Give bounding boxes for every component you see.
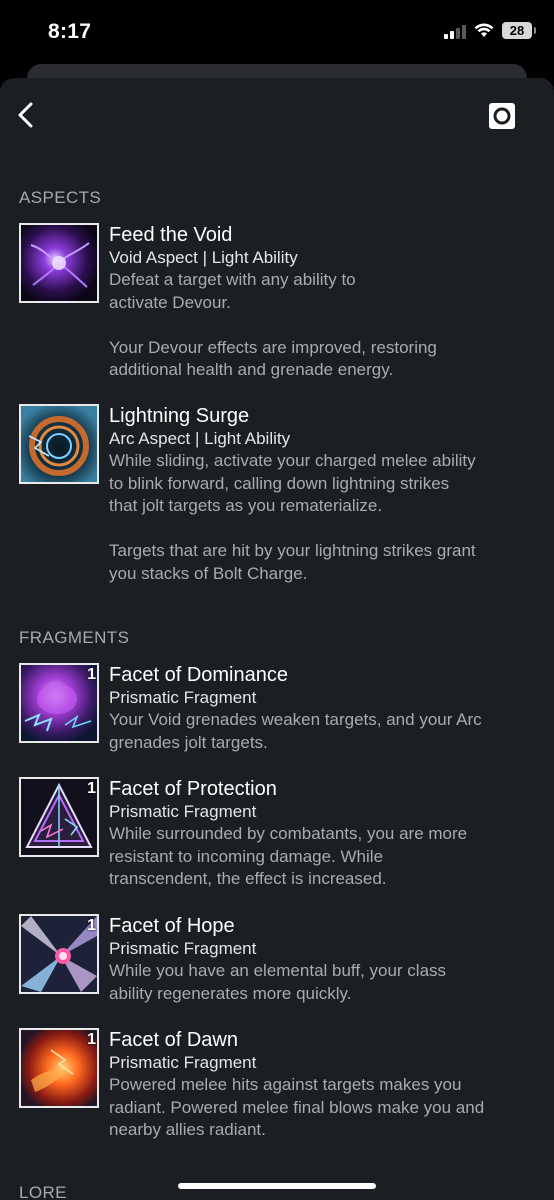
back-button[interactable]	[14, 100, 40, 130]
fragment-title: Facet of Hope	[109, 915, 235, 937]
aspect-title: Feed the Void	[109, 224, 233, 246]
section-header-aspects: ASPECTS	[19, 188, 102, 207]
fragment-title: Facet of Dominance	[109, 664, 288, 686]
fragment-subtitle: Prismatic Fragment	[109, 1053, 257, 1072]
fragment-count-badge: 1	[87, 666, 96, 683]
fragment-description: Powered melee hits against targets makes…	[109, 1075, 485, 1139]
aspect-subtitle: Void Aspect | Light Ability	[109, 248, 298, 267]
dominance-fragment-icon: 1	[19, 663, 99, 743]
status-bar: 8:17 28	[0, 0, 554, 66]
fragment-description: While surrounded by combatants, you are …	[109, 824, 468, 888]
fragment-subtitle: Prismatic Fragment	[109, 802, 257, 821]
dawn-fragment-icon: 1	[19, 1028, 99, 1108]
aspect-description: While sliding, activate your charged mel…	[109, 451, 476, 583]
section-header-lore: LORE	[19, 1183, 67, 1200]
fragment-subtitle: Prismatic Fragment	[109, 939, 257, 958]
arc-aspect-icon	[19, 404, 99, 484]
fragment-subtitle: Prismatic Fragment	[109, 688, 257, 707]
cellular-signal-icon	[444, 23, 466, 39]
fragment-description: While you have an elemental buff, your c…	[109, 961, 447, 1003]
battery-icon: 28	[502, 22, 536, 39]
fragment-count-badge: 1	[87, 780, 96, 797]
chevron-left-icon	[18, 102, 33, 128]
fragment-item[interactable]: 1 Facet of Hope Prismatic Fragment While…	[19, 914, 539, 1014]
screenshot-button[interactable]	[488, 102, 516, 130]
fragment-item[interactable]: 1 Facet of Protection Prismatic Fragment…	[19, 777, 539, 897]
void-aspect-icon	[19, 223, 99, 303]
status-icons: 28	[444, 22, 536, 39]
hope-fragment-icon: 1	[19, 914, 99, 994]
aspect-title: Lightning Surge	[109, 405, 250, 427]
section-header-fragments: FRAGMENTS	[19, 628, 130, 647]
aspect-item[interactable]: Lightning Surge Arc Aspect | Light Abili…	[19, 404, 539, 594]
fragment-description: Your Void grenades weaken targets, and y…	[109, 710, 482, 752]
fragment-title: Facet of Dawn	[109, 1029, 238, 1051]
fragment-title: Facet of Protection	[109, 778, 277, 800]
wifi-icon	[474, 23, 494, 37]
status-time: 8:17	[48, 20, 92, 43]
aspect-item[interactable]: Feed the Void Void Aspect | Light Abilit…	[19, 223, 539, 383]
fragment-item[interactable]: 1 Facet of Dominance Prismatic Fragment …	[19, 663, 539, 763]
fragment-count-badge: 1	[87, 917, 96, 934]
protection-fragment-icon: 1	[19, 777, 99, 857]
fragment-count-badge: 1	[87, 1031, 96, 1048]
camera-icon	[489, 103, 515, 129]
detail-sheet: ASPECTS Feed the Void Void Aspect | Ligh…	[0, 78, 554, 1200]
fragment-item[interactable]: 1 Facet of Dawn Prismatic Fragment Power…	[19, 1028, 539, 1148]
aspect-description: Defeat a target with any ability to acti…	[109, 270, 437, 379]
aspect-subtitle: Arc Aspect | Light Ability	[109, 429, 291, 448]
home-indicator[interactable]	[178, 1183, 376, 1189]
